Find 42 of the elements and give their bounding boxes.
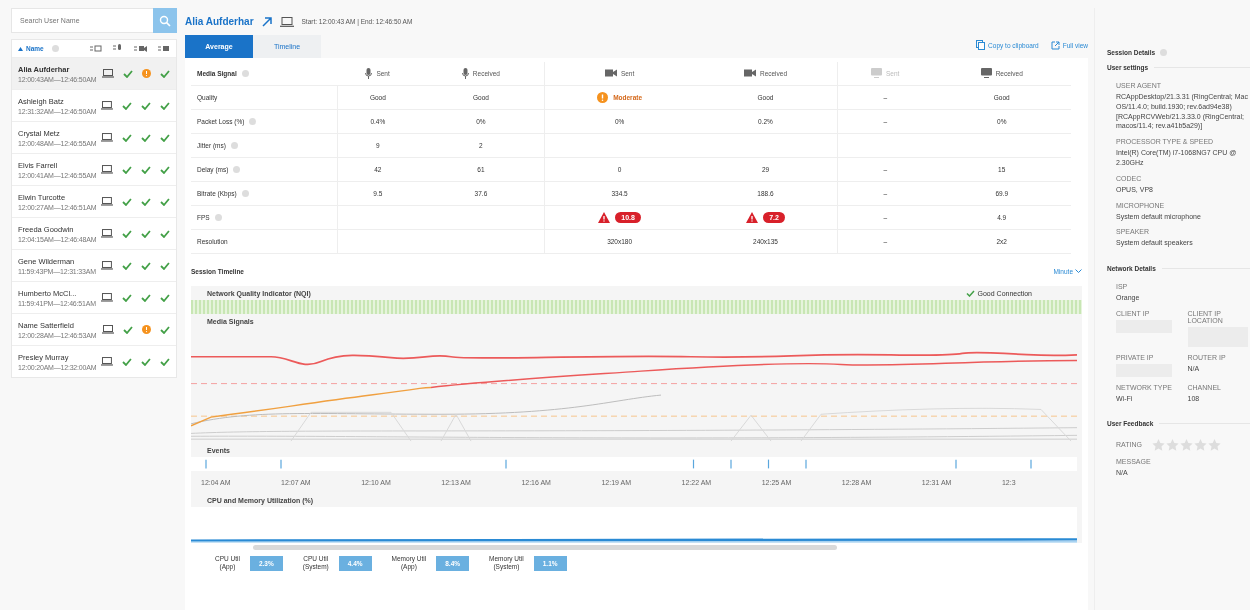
laptop-icon: [279, 16, 294, 27]
search-button[interactable]: [153, 8, 177, 33]
star-icon[interactable]: [1207, 438, 1221, 451]
check-icon: [965, 289, 975, 297]
info-icon: [1160, 48, 1168, 56]
star-icon[interactable]: [1151, 438, 1165, 451]
user-name-link[interactable]: Alia Aufderhar: [185, 16, 254, 27]
laptop-icon: [101, 165, 114, 174]
monitor-icon: [980, 68, 992, 78]
star-icon[interactable]: [1193, 438, 1207, 451]
search-icon: [159, 14, 171, 27]
sort-caret-icon[interactable]: [18, 46, 23, 51]
alert-triangle-icon: [598, 211, 611, 223]
info-icon: [51, 45, 59, 52]
camera-icon[interactable]: [134, 44, 147, 53]
alert-triangle-icon: [746, 211, 759, 223]
star-icon[interactable]: [1165, 438, 1179, 451]
external-link-icon: [1050, 41, 1060, 50]
info-icon: [241, 70, 249, 78]
copy-icon: [976, 40, 986, 50]
laptop-icon: [102, 325, 114, 334]
laptop-icon: [101, 197, 114, 206]
microphone-icon[interactable]: [113, 44, 123, 53]
monitor-icon[interactable]: [158, 44, 170, 53]
laptop-icon: [101, 293, 114, 302]
camera-icon: [604, 69, 617, 77]
microphone-icon: [365, 67, 373, 79]
warning-icon: [597, 91, 609, 103]
camera-icon: [743, 69, 756, 77]
monitor-icon: [871, 68, 882, 78]
chevron-down-icon: [1075, 268, 1082, 274]
microphone-icon: [461, 67, 469, 79]
scrollbar-thumb[interactable]: [253, 544, 837, 550]
laptop-icon: [101, 357, 114, 366]
laptop-icon: [101, 133, 114, 142]
laptop-icon: [101, 229, 114, 238]
external-link-icon[interactable]: [261, 16, 272, 27]
star-icon[interactable]: [1179, 438, 1193, 451]
laptop-icon[interactable]: [90, 44, 102, 53]
laptop-icon: [101, 261, 114, 270]
laptop-icon: [101, 101, 114, 110]
laptop-icon: [102, 69, 114, 78]
